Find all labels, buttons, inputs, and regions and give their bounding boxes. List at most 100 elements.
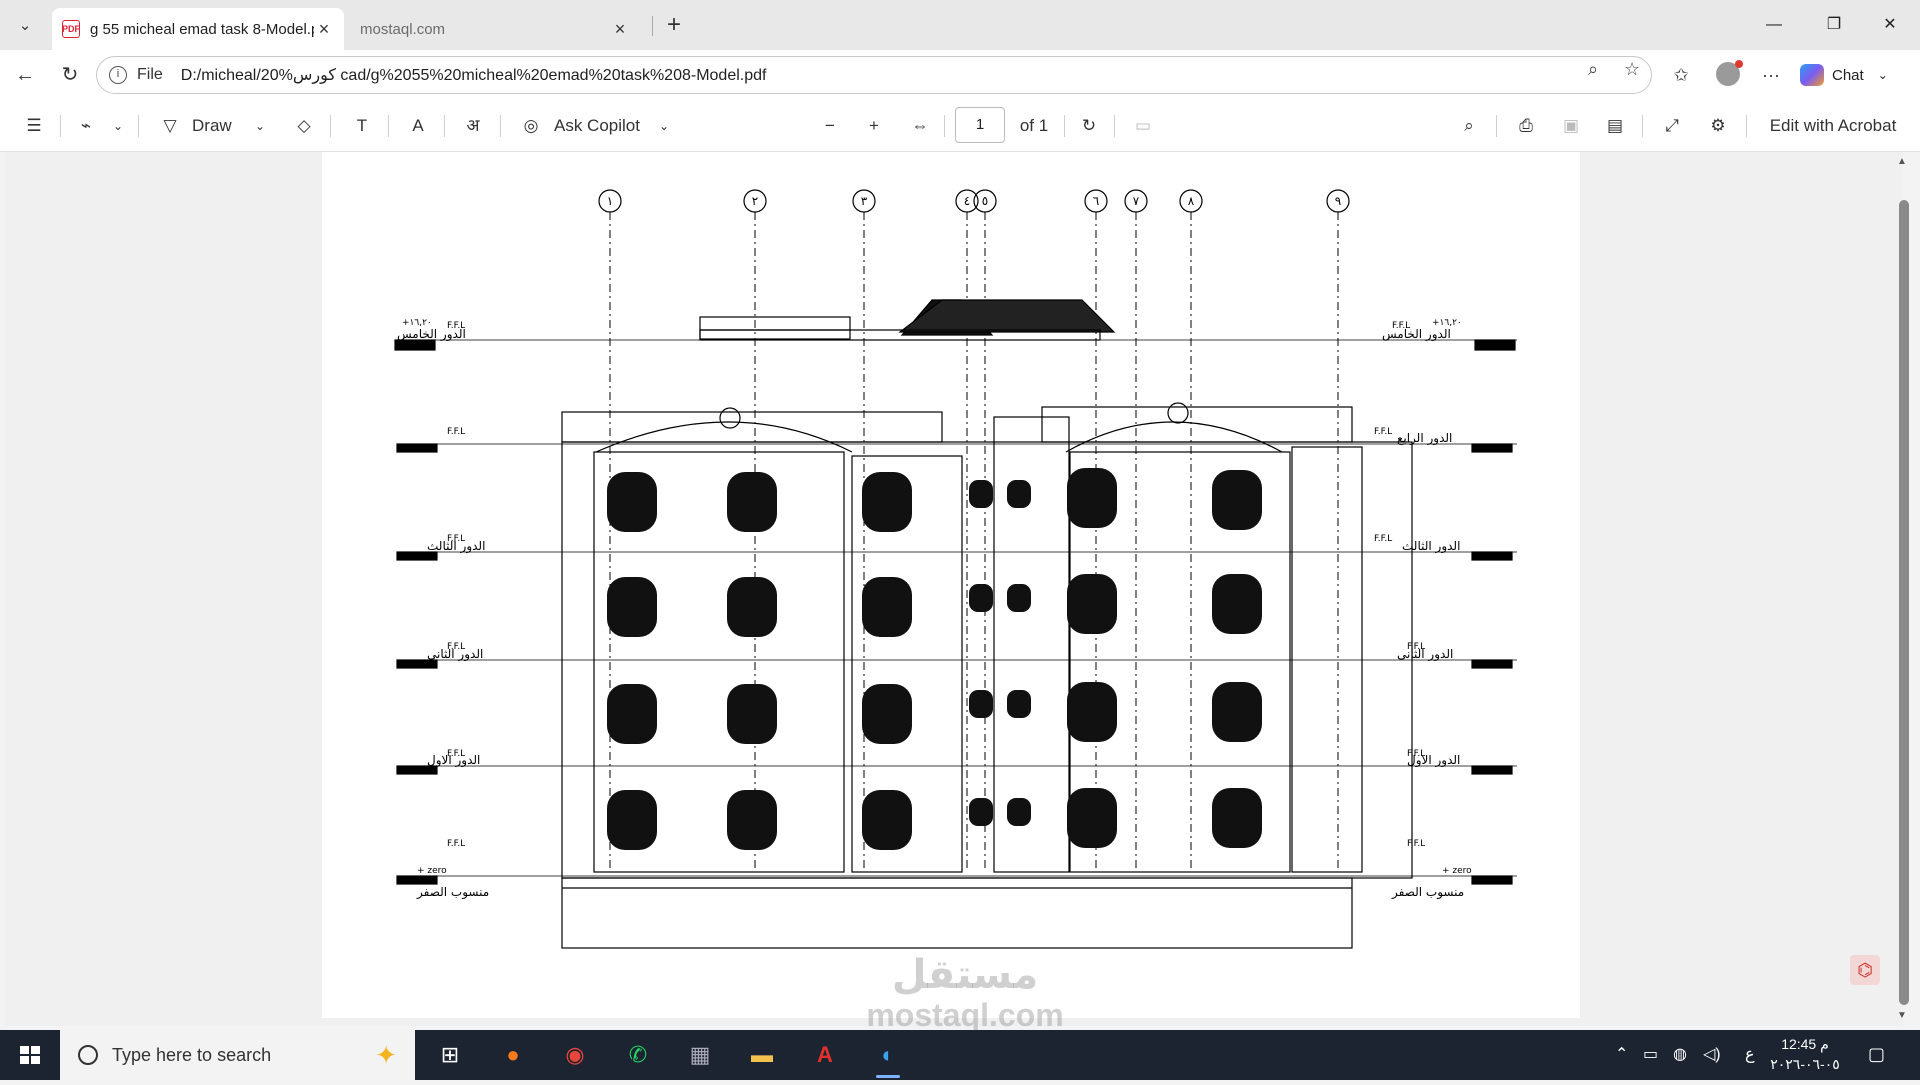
- watermark-latin: mostaql.com: [866, 997, 1064, 1033]
- chevron-down-icon[interactable]: ⌄: [250, 114, 270, 138]
- autocad-icon[interactable]: A: [805, 1038, 845, 1072]
- print-icon[interactable]: ⎙: [1512, 114, 1540, 138]
- draw-icon[interactable]: ▽: [156, 114, 184, 138]
- tab-pdf[interactable]: PDF g 55 micheal emad task 8-Model.p ×: [52, 8, 344, 50]
- grid-label: ٩: [1335, 194, 1341, 208]
- watermark: مستقل mostaql.com: [840, 955, 1090, 1035]
- acrobat-icon[interactable]: ⌬: [1850, 955, 1880, 985]
- scrollbar-thumb[interactable]: [1899, 200, 1909, 1005]
- level-tag: F.F.L: [447, 427, 465, 437]
- grid-label: ٤: [964, 194, 970, 208]
- page-number-input[interactable]: 1: [955, 107, 1005, 143]
- read-aloud-icon[interactable]: A: [404, 114, 432, 138]
- settings-gear-icon[interactable]: ⚙: [1704, 114, 1732, 138]
- calculator-icon[interactable]: ▦: [680, 1038, 720, 1072]
- edit-with-acrobat-button[interactable]: Edit with Acrobat: [1758, 114, 1908, 138]
- floor-label: الدور الخامس: [397, 327, 466, 342]
- whatsapp-icon[interactable]: ✆: [618, 1038, 658, 1072]
- page-total: of 1: [1019, 116, 1049, 135]
- floor-label: الدور الثالث: [427, 539, 485, 554]
- minimize-button[interactable]: —: [1754, 10, 1794, 40]
- clock-date: ٠٥-٠٦-٢٠٢٦: [1770, 1056, 1840, 1072]
- zero-level: + zero: [417, 866, 447, 876]
- ask-copilot-label[interactable]: Ask Copilot: [554, 114, 664, 138]
- new-tab-button[interactable]: +: [660, 12, 688, 40]
- chevron-down-icon[interactable]: ⌄: [108, 114, 128, 138]
- volume-icon[interactable]: ◁): [1703, 1044, 1721, 1064]
- tab-strip: ⌄ PDF g 55 micheal emad task 8-Model.p ×…: [0, 0, 1920, 178]
- close-tab-icon[interactable]: ×: [610, 19, 630, 40]
- fullscreen-icon[interactable]: ⤢: [1658, 114, 1686, 138]
- restore-button[interactable]: ❐: [1814, 10, 1854, 40]
- clock[interactable]: 12:45 م ٠٥-٠٦-٢٠٢٦: [1770, 1034, 1840, 1074]
- network-icon[interactable]: ◍: [1673, 1044, 1687, 1064]
- grid-label: ١: [607, 194, 613, 208]
- info-icon[interactable]: i: [109, 66, 127, 84]
- copilot-chat-button[interactable]: Chat ⌄: [1800, 58, 1910, 92]
- tab-mostaql[interactable]: mostaql.com ×: [350, 8, 690, 178]
- floor-label: الدور الثانى: [1397, 647, 1453, 662]
- rotate-icon[interactable]: ↻: [1076, 114, 1102, 138]
- edge-icon[interactable]: ◐: [868, 1038, 908, 1078]
- favorites-icon[interactable]: ✩: [1666, 60, 1696, 90]
- task-view-icon[interactable]: ⊞: [430, 1038, 470, 1072]
- close-window-button[interactable]: ✕: [1870, 10, 1910, 40]
- language-indicator[interactable]: ع: [1745, 1044, 1755, 1064]
- zoom-in-icon[interactable]: +: [862, 114, 886, 138]
- address-bar[interactable]: i File D:/micheal/20%كورس cad/g%2055%20m…: [96, 56, 1652, 94]
- fit-page-icon[interactable]: ⇔: [906, 114, 934, 138]
- text-box-icon[interactable]: T: [348, 114, 376, 138]
- close-tab-icon[interactable]: ×: [314, 19, 334, 40]
- copilot-icon[interactable]: ◎: [518, 114, 544, 138]
- more-options-icon[interactable]: ···: [1756, 60, 1786, 90]
- tray-chevron-icon[interactable]: ⌃: [1615, 1044, 1628, 1064]
- navigation-bar: ← ↻ i File D:/micheal/20%كورس cad/g%2055…: [0, 50, 1920, 100]
- pdf-favicon-icon: PDF: [62, 20, 80, 38]
- highlight-icon[interactable]: ⌁: [72, 114, 100, 138]
- back-button[interactable]: ←: [10, 60, 40, 90]
- zoom-icon[interactable]: ⌕: [1588, 59, 1598, 80]
- tab-title: g 55 micheal emad task 8-Model.p: [90, 20, 314, 38]
- grid-label: ٧: [1133, 194, 1140, 208]
- contents-icon[interactable]: ☰: [20, 114, 48, 138]
- search-icon[interactable]: ⌕: [1456, 114, 1482, 138]
- save-icon[interactable]: ▣: [1558, 114, 1584, 138]
- level-tag: F.F.L: [1374, 427, 1392, 437]
- taskbar-search[interactable]: Type here to search ✦: [60, 1030, 415, 1080]
- tab-actions-menu[interactable]: ⌄: [10, 10, 40, 40]
- zoom-out-icon[interactable]: −: [818, 114, 842, 138]
- scroll-down-icon[interactable]: ▼: [1897, 1010, 1907, 1021]
- level-tag: F.F.L: [1374, 534, 1392, 544]
- floor-label: الدور الاول: [1407, 753, 1460, 768]
- taskbar: Type here to search ✦ ⊞ ● ◉ ✆ ▦ ▬ A ◐ ⌃ …: [0, 1030, 1920, 1080]
- windows-logo-icon: [20, 1046, 40, 1064]
- chevron-down-icon[interactable]: ⌄: [654, 114, 674, 138]
- eraser-icon[interactable]: ◇: [290, 114, 318, 138]
- notifications-icon[interactable]: ▢: [1868, 1044, 1885, 1065]
- battery-icon[interactable]: ▭: [1643, 1044, 1658, 1064]
- pdf-toolbar: ☰ ⌁ ⌄ ▽ Draw ⌄ ◇ T A अ ◎ Ask Copilot ⌄ −…: [0, 100, 1920, 152]
- tab-title: mostaql.com: [360, 20, 446, 38]
- favorite-star-icon[interactable]: ☆: [1624, 59, 1640, 80]
- start-button[interactable]: [0, 1030, 60, 1080]
- draw-label[interactable]: Draw: [192, 114, 242, 138]
- grid-label: ٨: [1188, 194, 1195, 208]
- chrome-icon[interactable]: ◉: [555, 1038, 595, 1072]
- page-view-icon[interactable]: ▭: [1130, 114, 1156, 138]
- copilot-sparkle-icon: ✦: [375, 1040, 397, 1070]
- level-tag: F.F.L: [1407, 839, 1425, 849]
- tab-divider: [652, 16, 653, 36]
- grid-label: ٢: [752, 194, 758, 208]
- refresh-button[interactable]: ↻: [55, 60, 85, 90]
- scroll-up-icon[interactable]: ▲: [1897, 156, 1907, 167]
- watermark-arabic: مستقل: [891, 953, 1039, 997]
- url-text[interactable]: D:/micheal/20%كورس cad/g%2055%20micheal%…: [181, 65, 1651, 85]
- level-tag: F.F.L: [447, 839, 465, 849]
- copilot-icon: [1800, 64, 1824, 86]
- save-as-icon[interactable]: ▤: [1602, 114, 1628, 138]
- pdf-page: ١ ٢ ٣ ٤ ٥ ٦ ٧ ٨ ٩ F.F.L +١٦,٢٠ F.F.L F.F…: [322, 152, 1580, 1018]
- translate-icon[interactable]: अ: [458, 114, 488, 138]
- zero-level: + zero: [1442, 866, 1472, 876]
- firefox-icon[interactable]: ●: [493, 1038, 533, 1072]
- file-explorer-icon[interactable]: ▬: [742, 1038, 782, 1072]
